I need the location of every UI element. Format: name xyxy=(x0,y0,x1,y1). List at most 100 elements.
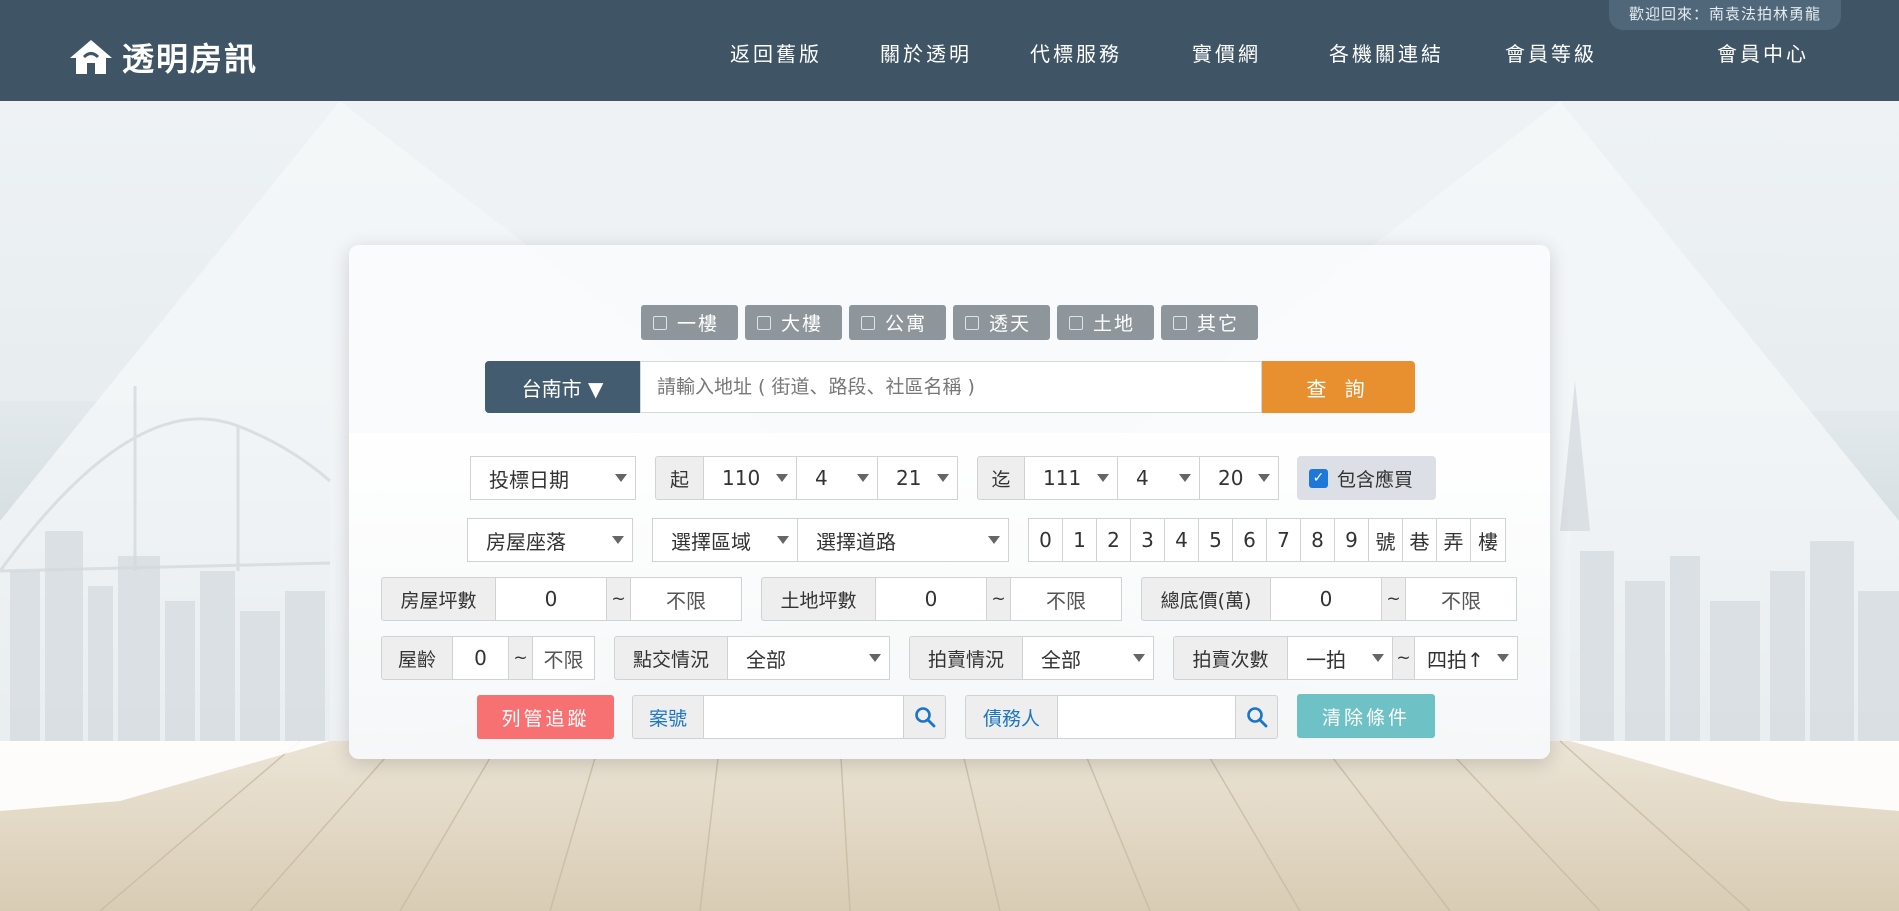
key-9[interactable]: 9 xyxy=(1334,518,1369,562)
checkbox-icon xyxy=(653,315,667,330)
range-separator: ~ xyxy=(508,636,533,680)
handover-label: 點交情況 xyxy=(614,636,728,680)
dropdown-arrow-icon xyxy=(1497,654,1509,662)
key-alley[interactable]: 弄 xyxy=(1436,518,1471,562)
base-price-max-input[interactable]: 不限 xyxy=(1405,577,1517,621)
key-lane[interactable]: 巷 xyxy=(1402,518,1437,562)
range-separator: ~ xyxy=(986,577,1011,621)
house-ping-max-input[interactable]: 不限 xyxy=(630,577,742,621)
to-year-select[interactable]: 111 xyxy=(1024,456,1118,500)
search-panel xyxy=(349,245,1550,759)
key-7[interactable]: 7 xyxy=(1266,518,1301,562)
type-townhouse-chip[interactable]: 透天 xyxy=(953,305,1050,340)
key-3[interactable]: 3 xyxy=(1130,518,1165,562)
dropdown-arrow-icon xyxy=(612,536,624,544)
search-icon xyxy=(1246,707,1267,728)
key-1[interactable]: 1 xyxy=(1062,518,1097,562)
dropdown-arrow-icon xyxy=(776,474,788,482)
key-8[interactable]: 8 xyxy=(1300,518,1335,562)
checkbox-icon xyxy=(1173,315,1187,330)
to-month-select[interactable]: 4 xyxy=(1117,456,1200,500)
welcome-message: 歡迎回來：南袁法拍林勇龍 xyxy=(1608,0,1841,30)
search-icon xyxy=(914,707,935,728)
clear-conditions-button[interactable]: 清除條件 xyxy=(1297,694,1435,738)
house-age-max-input[interactable]: 不限 xyxy=(532,636,595,680)
dropdown-arrow-icon xyxy=(1097,474,1109,482)
dropdown-arrow-icon xyxy=(869,654,881,662)
dropdown-arrow-icon xyxy=(1258,474,1270,482)
dropdown-arrow-icon xyxy=(1133,654,1145,662)
debtor-label: 債務人 xyxy=(965,695,1058,739)
case-search-button[interactable] xyxy=(903,695,946,739)
auction-count-min-select[interactable]: 一拍 xyxy=(1287,636,1393,680)
range-separator: ~ xyxy=(1381,577,1406,621)
nav-bidding-service[interactable]: 代標服務 xyxy=(1030,38,1122,67)
dropdown-arrow-icon xyxy=(1372,654,1384,662)
key-5[interactable]: 5 xyxy=(1198,518,1233,562)
key-6[interactable]: 6 xyxy=(1232,518,1267,562)
nav-about[interactable]: 關於透明 xyxy=(880,38,972,67)
range-separator: ~ xyxy=(606,577,631,621)
address-search-input[interactable] xyxy=(640,361,1262,413)
base-price-label: 總底價(萬) xyxy=(1141,577,1271,621)
land-ping-max-input[interactable]: 不限 xyxy=(1010,577,1122,621)
checkbox-icon xyxy=(861,315,875,330)
query-button[interactable]: 查 詢 xyxy=(1262,361,1415,413)
key-4[interactable]: 4 xyxy=(1164,518,1199,562)
date-to-label: 迄 xyxy=(977,456,1025,500)
dropdown-arrow-icon xyxy=(857,474,869,482)
include-bid-checkbox[interactable]: ✓ 包含應買 xyxy=(1297,456,1436,500)
from-month-select[interactable]: 4 xyxy=(796,456,878,500)
date-from-label: 起 xyxy=(655,456,704,500)
checkbox-icon xyxy=(757,315,771,330)
handover-select[interactable]: 全部 xyxy=(727,636,890,680)
dropdown-arrow-icon xyxy=(615,474,627,482)
house-age-label: 屋齡 xyxy=(381,636,453,680)
dropdown-arrow-icon xyxy=(988,536,1000,544)
location-type-select[interactable]: 房屋座落 xyxy=(467,518,633,562)
checkbox-icon xyxy=(1069,315,1083,330)
type-land-chip[interactable]: 土地 xyxy=(1057,305,1154,340)
track-list-button[interactable]: 列管追蹤 xyxy=(477,695,614,739)
type-first-floor-chip[interactable]: 一樓 xyxy=(641,305,738,340)
debtor-search-button[interactable] xyxy=(1235,695,1278,739)
base-price-min-input[interactable]: 0 xyxy=(1270,577,1382,621)
type-other-chip[interactable]: 其它 xyxy=(1161,305,1258,340)
type-apartment-chip[interactable]: 公寓 xyxy=(849,305,946,340)
key-2[interactable]: 2 xyxy=(1096,518,1131,562)
auction-count-label: 拍賣次數 xyxy=(1173,636,1288,680)
dropdown-arrow-icon xyxy=(937,474,949,482)
site-logo[interactable]: 透明房訊 xyxy=(68,34,258,80)
land-ping-label: 土地坪數 xyxy=(761,577,876,621)
auction-status-select[interactable]: 全部 xyxy=(1022,636,1154,680)
from-day-select[interactable]: 21 xyxy=(877,456,958,500)
nav-return-old-version[interactable]: 返回舊版 xyxy=(730,38,822,67)
range-separator: ~ xyxy=(1392,636,1415,680)
logo-text: 透明房訊 xyxy=(122,40,259,78)
nav-membership-level[interactable]: 會員等級 xyxy=(1505,38,1597,67)
nav-member-center[interactable]: 會員中心 xyxy=(1717,38,1809,67)
district-select[interactable]: 選擇區域 xyxy=(652,518,798,562)
top-navbar: 透明房訊 歡迎回來：南袁法拍林勇龍 返回舊版 關於透明 代標服務 實價網 各機關… xyxy=(0,0,1899,101)
case-number-input[interactable] xyxy=(703,695,904,739)
key-floor[interactable]: 樓 xyxy=(1470,518,1506,562)
house-ping-label: 房屋坪數 xyxy=(381,577,496,621)
key-0[interactable]: 0 xyxy=(1028,518,1063,562)
nav-real-price[interactable]: 實價網 xyxy=(1192,38,1261,67)
checkbox-icon xyxy=(965,315,979,330)
type-building-chip[interactable]: 大樓 xyxy=(745,305,842,340)
road-select[interactable]: 選擇道路 xyxy=(797,518,1009,562)
date-type-select[interactable]: 投標日期 xyxy=(470,456,636,500)
house-ping-min-input[interactable]: 0 xyxy=(495,577,607,621)
from-year-select[interactable]: 110 xyxy=(703,456,797,500)
debtor-input[interactable] xyxy=(1057,695,1236,739)
house-age-min-input[interactable]: 0 xyxy=(452,636,509,680)
dropdown-arrow-icon xyxy=(1179,474,1191,482)
land-ping-min-input[interactable]: 0 xyxy=(875,577,987,621)
city-select-button[interactable]: 台南市 ▼ xyxy=(485,361,640,413)
nav-agency-links[interactable]: 各機關連結 xyxy=(1329,38,1444,67)
checkmark-icon: ✓ xyxy=(1309,468,1328,488)
auction-count-max-select[interactable]: 四拍↑ xyxy=(1414,636,1518,680)
to-day-select[interactable]: 20 xyxy=(1199,456,1279,500)
key-number[interactable]: 號 xyxy=(1368,518,1403,562)
